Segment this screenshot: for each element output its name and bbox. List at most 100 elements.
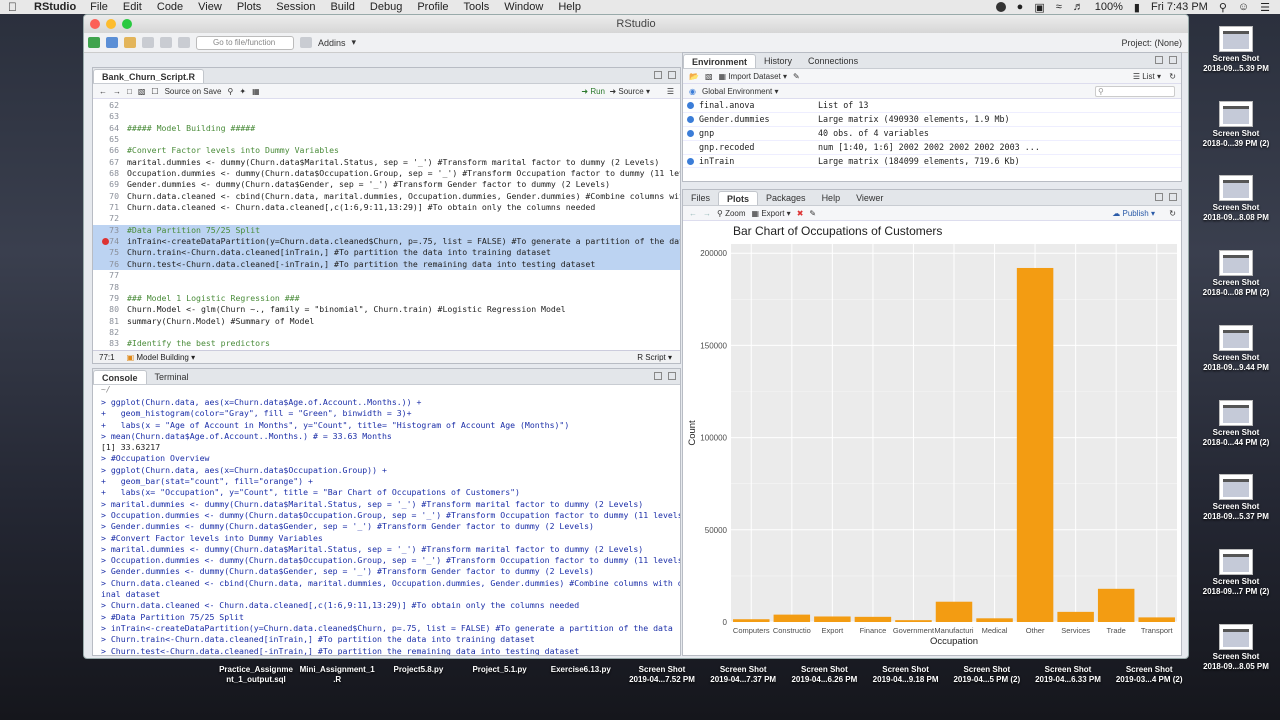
menu-code[interactable]: Code: [157, 1, 183, 13]
zoom-button[interactable]: ⚲ Zoom: [717, 209, 746, 218]
code-line[interactable]: 75 Churn.train<-Churn.data.cleaned[inTrai…: [93, 247, 680, 259]
desktop-file-icon[interactable]: Project5.8.py: [378, 665, 458, 675]
code-line[interactable]: 67 marital.dummies <- dummy(Churn.data$Ma…: [93, 157, 680, 168]
menu-tools[interactable]: Tools: [464, 1, 490, 13]
list-view-button[interactable]: ☰ List ▾: [1133, 72, 1161, 81]
open-folder-icon[interactable]: [124, 37, 136, 48]
addins-button[interactable]: Addins: [318, 38, 346, 48]
desktop-screenshot-icon[interactable]: Screen Shot 2018-09...7 PM (2): [1196, 548, 1276, 597]
tab-history[interactable]: History: [756, 54, 800, 68]
working-directory[interactable]: ~/: [93, 385, 111, 397]
search-icon[interactable]: ⚲: [1219, 1, 1227, 14]
back-arrow-icon[interactable]: ←: [99, 87, 107, 96]
grid-icon[interactable]: [300, 37, 312, 48]
menu-view[interactable]: View: [198, 1, 222, 13]
tab-environment[interactable]: Environment: [683, 54, 757, 68]
tab-terminal[interactable]: Terminal: [147, 370, 197, 384]
env-row[interactable]: gnp 40 obs. of 4 variables: [683, 127, 1181, 141]
menu-file[interactable]: File: [90, 1, 108, 13]
code-area[interactable]: 62 63 64 ##### Model Building ##### 65 66 #Con…: [93, 100, 680, 352]
code-line[interactable]: 69 Gender.dummies <- dummy(Churn.data$Gen…: [93, 179, 680, 190]
forward-arrow-icon[interactable]: →: [113, 87, 121, 96]
desktop-screenshot-icon[interactable]: Screen Shot 2018-09...8.05 PM: [1196, 623, 1276, 672]
menu-list-icon[interactable]: ☰: [1260, 1, 1270, 14]
menu-edit[interactable]: Edit: [123, 1, 142, 13]
save-file-icon[interactable]: ▧: [138, 87, 146, 96]
desktop-screenshot-icon[interactable]: Screen Shot 2018-0...39 PM (2): [1196, 100, 1276, 149]
minimize-plots-icon[interactable]: [1155, 193, 1163, 201]
publish-button[interactable]: ☁ Publish ▾: [1112, 209, 1155, 218]
import-dataset-button[interactable]: ▦ Import Dataset ▾: [719, 72, 788, 81]
next-plot-icon[interactable]: →: [703, 209, 711, 218]
tab-files[interactable]: Files: [683, 191, 718, 205]
menu-debug[interactable]: Debug: [370, 1, 402, 13]
scope-indicator[interactable]: ▣ Model Building ▾: [127, 353, 196, 362]
code-line[interactable]: 77: [93, 270, 680, 281]
desktop-file-icon[interactable]: Mini_Assignment_1 .R: [297, 665, 377, 685]
menu-session[interactable]: Session: [276, 1, 315, 13]
project-menu[interactable]: Project: (None): [1121, 38, 1182, 48]
desktop-screenshot-icon[interactable]: Screen Shot 2019-04...9.18 PM: [866, 665, 946, 685]
minimize-env-icon[interactable]: [1155, 56, 1163, 64]
tab-plots[interactable]: Plots: [718, 191, 759, 205]
tab-connections[interactable]: Connections: [800, 54, 866, 68]
desktop-screenshot-icon[interactable]: Screen Shot 2019-04...7.52 PM: [622, 665, 702, 685]
desktop-screenshot-icon[interactable]: Screen Shot 2019-04...7.37 PM: [703, 665, 783, 685]
zoom-window-button[interactable]: [122, 19, 132, 29]
compile-report-icon[interactable]: ▦: [252, 87, 260, 96]
new-file-icon[interactable]: [88, 37, 100, 48]
menu-window[interactable]: Window: [504, 1, 543, 13]
new-project-icon[interactable]: [106, 37, 118, 48]
desktop-screenshot-icon[interactable]: Screen Shot 2019-04...6.33 PM: [1028, 665, 1108, 685]
apple-icon[interactable]: : [8, 0, 22, 14]
code-line[interactable]: 78: [93, 282, 680, 293]
env-row[interactable]: final.anova List of 13: [683, 99, 1181, 113]
code-line[interactable]: 72: [93, 213, 680, 224]
broom-icon[interactable]: ✎: [793, 72, 800, 81]
desktop-screenshot-icon[interactable]: Screen Shot 2019-04...6.26 PM: [784, 665, 864, 685]
desktop-screenshot-icon[interactable]: Screen Shot 2019-03...4 PM (2): [1109, 665, 1189, 685]
desktop-file-icon[interactable]: Practice_Assignme nt_1_output.sql: [216, 665, 296, 685]
remove-plot-icon[interactable]: ✖: [797, 209, 804, 218]
code-line[interactable]: 62: [93, 100, 680, 111]
desktop-screenshot-icon[interactable]: Screen Shot 2018-09...9.44 PM: [1196, 324, 1276, 373]
clock[interactable]: Fri 7:43 PM: [1151, 1, 1208, 13]
code-line[interactable]: 79 ### Model 1 Logistic Regression ###: [93, 293, 680, 304]
env-row[interactable]: Gender.dummies Large matrix (490930 eleme…: [683, 113, 1181, 127]
code-line[interactable]: 76 Churn.test<-Churn.data.cleaned[-inTrai…: [93, 258, 680, 271]
code-line[interactable]: 68 Occupation.dummies <- dummy(Churn.data…: [93, 168, 680, 179]
cast-icon[interactable]: ▣: [1034, 1, 1044, 14]
maximize-console-icon[interactable]: [668, 372, 676, 380]
menu-app-name[interactable]: RStudio: [34, 1, 76, 13]
tab-packages[interactable]: Packages: [758, 191, 814, 205]
record-icon[interactable]: [995, 2, 1006, 12]
run-button[interactable]: ➜ Run: [581, 87, 605, 96]
console-output[interactable]: > ggplot(Churn.data, aes(x=Churn.data$Ag…: [93, 397, 680, 655]
battery-icon[interactable]: ▮: [1134, 1, 1140, 14]
prev-plot-icon[interactable]: ←: [689, 209, 697, 218]
code-line[interactable]: 74 inTrain<-createDataPartition(y=Churn.d…: [93, 236, 680, 248]
maximize-pane-icon[interactable]: [668, 71, 676, 79]
code-line[interactable]: 81 summary(Churn.Model) #Summary of Model: [93, 316, 680, 327]
code-line[interactable]: 83 #Identify the best predictors: [93, 338, 680, 349]
desktop-file-icon[interactable]: Exercise6.13.py: [541, 665, 621, 675]
env-row[interactable]: inTrain Large matrix (184099 elements, 71…: [683, 155, 1181, 169]
tab-help[interactable]: Help: [814, 191, 849, 205]
global-env-dropdown[interactable]: Global Environment ▾: [702, 87, 779, 96]
code-line[interactable]: 63: [93, 111, 680, 122]
goto-file-input[interactable]: Go to file/function: [196, 35, 294, 50]
volume-icon[interactable]: ♬: [1073, 1, 1084, 13]
save-workspace-icon[interactable]: ▧: [705, 72, 713, 81]
desktop-screenshot-icon[interactable]: Screen Shot 2018-09...5.37 PM: [1196, 474, 1276, 522]
find-icon[interactable]: ⚲: [228, 87, 234, 96]
code-line[interactable]: 65: [93, 134, 680, 145]
env-row[interactable]: gnp.recoded num [1:40, 1:6] 2002 2002 200…: [683, 141, 1181, 155]
desktop-file-icon[interactable]: Project_5.1.py: [460, 665, 540, 675]
source-on-save-checkbox[interactable]: ☐: [151, 87, 158, 96]
tab-bank-churn-script[interactable]: Bank_Churn_Script.R: [93, 69, 205, 83]
save-all-icon[interactable]: [160, 37, 172, 48]
code-line[interactable]: 80 Churn.Model <- glm(Churn ~., family = …: [93, 304, 680, 315]
close-window-button[interactable]: [90, 19, 100, 29]
wifi-icon[interactable]: ≈: [1056, 1, 1062, 13]
menu-help[interactable]: Help: [558, 1, 581, 13]
